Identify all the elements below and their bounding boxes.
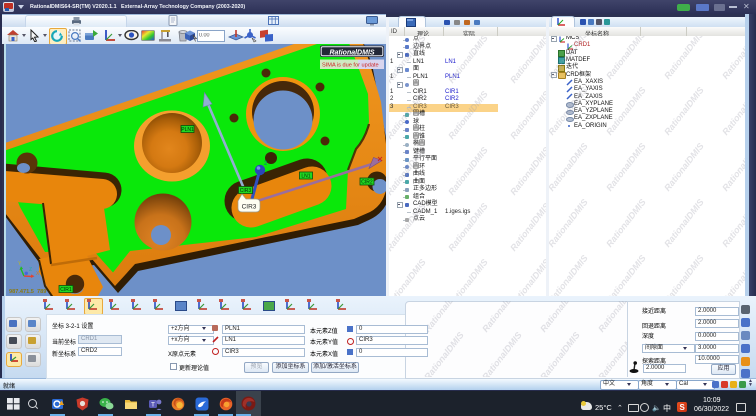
svg-text:CIR2: CIR2 <box>361 180 373 186</box>
svg-text:T: T <box>151 402 155 409</box>
svg-text:Z: Z <box>29 267 32 273</box>
svg-text:PLN1: PLN1 <box>181 127 194 133</box>
svg-text:RationalDMIS: RationalDMIS <box>329 50 374 57</box>
svg-text:CIR1: CIR1 <box>60 287 72 293</box>
svg-text:987.471.5 789: 987.471.5 789 <box>9 289 46 295</box>
svg-text:SIMA is due for update: SIMA is due for update <box>322 62 379 68</box>
svg-text:Y: Y <box>18 261 22 267</box>
svg-text:CIR3: CIR3 <box>242 204 257 211</box>
svg-text:CIR3: CIR3 <box>240 188 252 194</box>
svg-text:LN1: LN1 <box>301 174 310 180</box>
